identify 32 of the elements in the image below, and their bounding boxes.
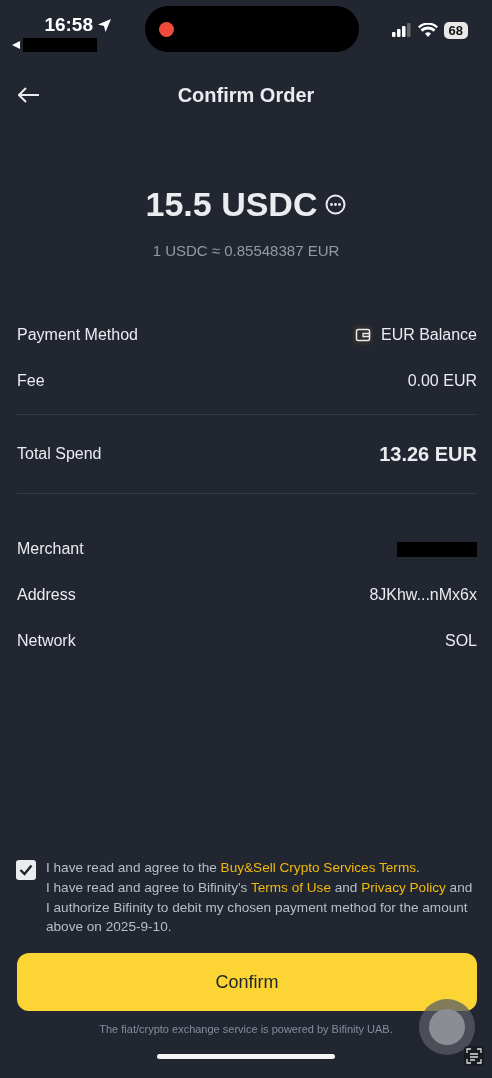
- confirm-button[interactable]: Confirm: [17, 953, 477, 1011]
- order-amount: 15.5 USDC: [145, 185, 318, 224]
- exchange-rate: 1 USDC ≈ 0.85548387 EUR: [152, 242, 340, 259]
- battery-level: 68: [443, 21, 468, 39]
- row-value: 8JKhw...nMx6x: [369, 586, 477, 604]
- back-triangle-icon: [12, 41, 20, 49]
- row-label: Total Spend: [17, 445, 102, 463]
- wifi-icon: [417, 23, 438, 37]
- terms-link[interactable]: Buy&Sell Crypto Services Terms: [220, 860, 416, 876]
- footer-note: The fiat/crypto exchange service is powered by Bifinity UAB.: [98, 1023, 394, 1035]
- row-label: Fee: [17, 372, 45, 390]
- status-time: 16:58: [44, 14, 112, 36]
- recording-dot: [158, 21, 174, 37]
- back-arrow-icon[interactable]: [18, 87, 40, 103]
- agreement-checkbox[interactable]: [16, 860, 36, 881]
- more-icon[interactable]: [325, 194, 347, 215]
- row-label: Merchant: [17, 540, 84, 558]
- row-label: Address: [17, 586, 76, 604]
- page-title: Confirm Order: [177, 83, 315, 107]
- wallet-icon: [352, 325, 373, 345]
- row-value: EUR Balance: [380, 326, 477, 344]
- row-label: Payment Method: [17, 326, 138, 344]
- agreement-text: I have read and agree to the Buy&Sell Crypto Services Terms. I have read and agree to Bifinity's Terms of Use and Privacy Policy and I authorize Bifinity to debit my chosen payment method for the amount above on 2025-9-10.: [46, 859, 473, 937]
- terms-link[interactable]: Terms of Use: [250, 879, 331, 895]
- location-arrow-icon: [97, 17, 112, 33]
- row-value: 0.00 EUR: [407, 372, 477, 390]
- terms-link[interactable]: Privacy Policy: [361, 879, 446, 895]
- total-amount: 13.26 EUR: [379, 442, 477, 466]
- row-label: Network: [17, 632, 76, 650]
- row-value: SOL: [445, 632, 477, 650]
- text-scan-icon[interactable]: [464, 1046, 484, 1066]
- signal-icon: [391, 23, 412, 37]
